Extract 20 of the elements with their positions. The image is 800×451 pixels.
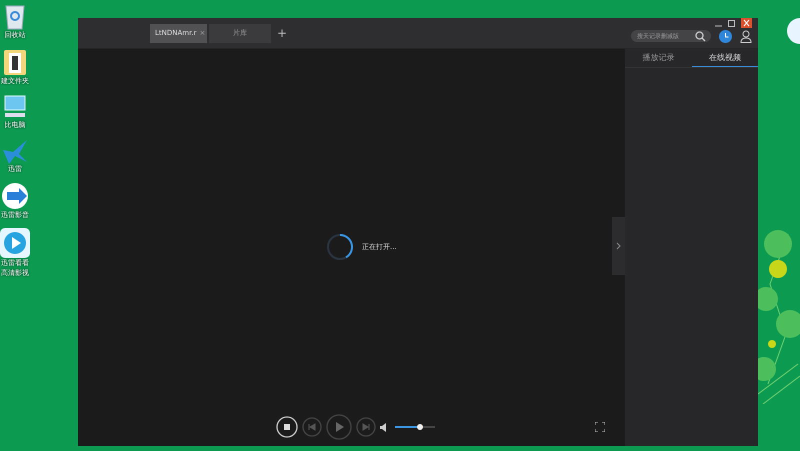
close-icon[interactable] bbox=[741, 18, 752, 28]
volume-icon[interactable] bbox=[380, 422, 389, 432]
chevron-right-icon[interactable] bbox=[616, 242, 621, 250]
folder-icon[interactable] bbox=[3, 48, 27, 76]
stop-button[interactable] bbox=[276, 416, 298, 438]
loading-spinner-icon bbox=[326, 233, 354, 261]
computer-icon[interactable] bbox=[2, 94, 28, 120]
user-icon[interactable] bbox=[740, 30, 752, 42]
clock-icon[interactable] bbox=[719, 30, 732, 42]
player-app-icon[interactable] bbox=[1, 182, 29, 210]
side-tab[interactable]: 播放记录 bbox=[625, 49, 692, 67]
side-tab[interactable]: 在线视频 bbox=[692, 49, 758, 67]
volume-knob[interactable] bbox=[416, 424, 423, 430]
fullscreen-icon[interactable] bbox=[595, 422, 605, 432]
search-icon[interactable] bbox=[695, 31, 706, 42]
maximize-icon[interactable] bbox=[728, 20, 735, 26]
video-app-icon[interactable] bbox=[0, 228, 30, 258]
play-button[interactable] bbox=[326, 414, 352, 440]
new-tab-button[interactable]: + bbox=[277, 26, 288, 40]
collapse-handle[interactable] bbox=[612, 217, 625, 275]
